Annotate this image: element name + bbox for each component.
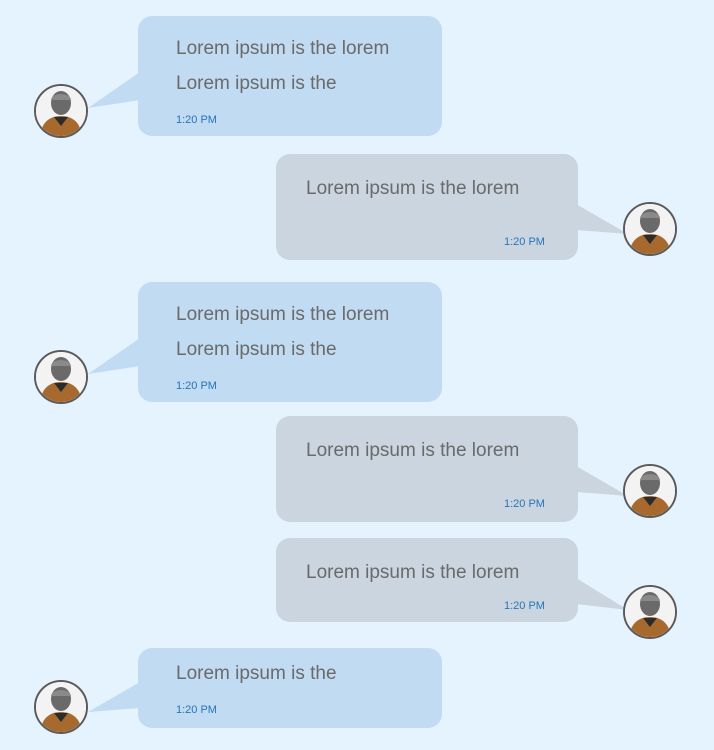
message-timestamp: 1:20 PM	[176, 704, 217, 716]
message-text: Lorem ipsum is the	[176, 663, 337, 684]
user-avatar-icon[interactable]	[34, 680, 88, 734]
message-bubble[interactable]: Lorem ipsum is the 1:20 PM	[138, 648, 442, 728]
bubble-tail	[88, 682, 140, 712]
